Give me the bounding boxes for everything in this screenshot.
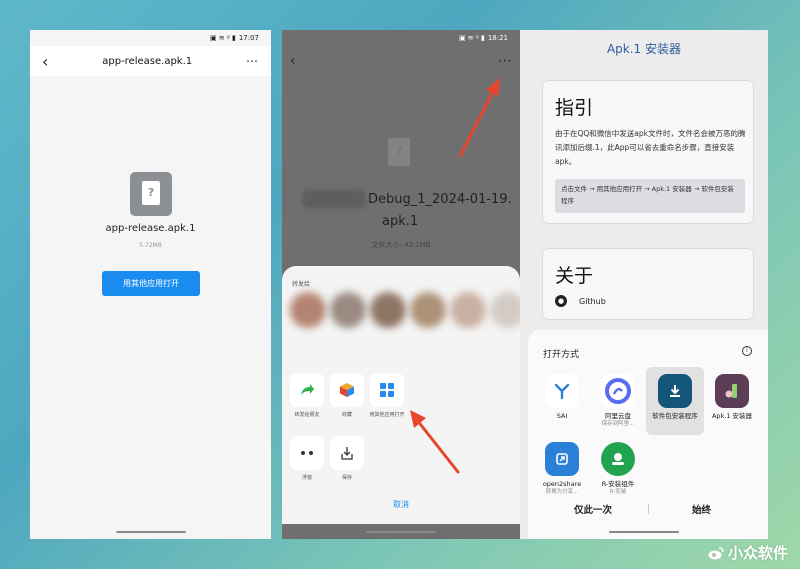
contact-avatar[interactable] [290, 292, 326, 328]
home-indicator[interactable] [366, 531, 436, 533]
app-subtitle: R-安装 [609, 489, 627, 495]
app-name: SAI [556, 412, 568, 420]
github-label: Github [579, 296, 606, 306]
cancel-button[interactable]: 取消 [282, 499, 520, 510]
app-subtitle: 保存到阿里... [601, 421, 635, 427]
contact-avatar[interactable] [410, 292, 446, 328]
watermark-text: 小众软件 [727, 544, 788, 562]
open-with-other-app-button[interactable] [370, 373, 404, 407]
app-name: R-安装组件 [601, 480, 635, 488]
guide-card: 指引 由于在QQ和微信中发送apk文件时，文件名会被万恶的腾讯添加后缀.1，此A… [542, 80, 754, 224]
action-label: 收藏 [341, 412, 352, 418]
open2share-icon [545, 442, 579, 476]
favorites-cube-icon [340, 383, 354, 397]
file-size: 文件大小: 42.1MB [371, 241, 431, 249]
file-name: app-release.apk.1 [105, 223, 196, 234]
app-option-package-installer[interactable]: 软件包安装程序 [647, 374, 703, 420]
file-name-line1: Debug_1_2024-01-19. [368, 192, 512, 207]
package-installer-icon [658, 374, 692, 408]
status-time: 18:21 [487, 34, 508, 42]
file-name-line2: apk.1 [382, 214, 419, 229]
github-icon: ● [555, 295, 567, 307]
status-icons: ▣ ≋ ᵍ ▮ [458, 34, 485, 42]
weibo-icon [708, 546, 724, 559]
title-bar: ‹ app-release.apk.1 ⋯ [30, 46, 271, 76]
open-with-title: 打开方式 [543, 350, 580, 360]
status-time: 17:07 [238, 34, 259, 42]
app-option-sai[interactable]: SAI [534, 374, 590, 420]
open-with-sheet: 打开方式 i SAI 阿里云盘 保存到阿里... 软件包安装程序 Apk.1 安… [528, 330, 768, 539]
back-icon[interactable]: ‹ [42, 52, 48, 71]
forward-icon [301, 384, 314, 395]
about-heading: 关于 [555, 265, 594, 287]
guide-heading: 指引 [555, 97, 594, 119]
unknown-file-icon: ? [388, 138, 410, 166]
save-button[interactable] [330, 436, 364, 470]
screen-wechat-file: ▣ ≋ ᵍ ▮ 18:21 ‹ ⋯ ? Debug_1_2024-01-19. … [282, 30, 520, 539]
file-icon: ? [130, 172, 172, 216]
status-bar: ▣ ≋ ᵍ ▮ 17:07 [30, 30, 271, 46]
status-icons: ▣ ≋ ᵍ ▮ [209, 34, 236, 42]
always-button[interactable]: 始终 [692, 502, 711, 516]
guide-text: 由于在QQ和微信中发送apk文件时，文件名会被万恶的腾讯添加后缀.1，此App可… [555, 129, 746, 166]
forward-to-friend-button[interactable] [290, 373, 324, 407]
contact-row [286, 292, 520, 344]
info-icon[interactable]: i [742, 346, 752, 356]
guide-steps: 点击文件 → 用其他应用打开 → Apk.1 安装器 → 软件包安装程序 [555, 179, 745, 213]
grid-apps-icon [380, 383, 394, 397]
screen-apk1-installer: Apk.1 安装器 指引 由于在QQ和微信中发送apk文件时，文件名会被万恶的腾… [520, 30, 768, 539]
share-title: 转发给 [292, 281, 311, 288]
download-icon [341, 447, 353, 460]
status-bar: ▣ ≋ ᵍ ▮ 18:21 [282, 30, 520, 46]
just-once-button[interactable]: 仅此一次 [574, 502, 612, 516]
page-title: app-release.apk.1 [102, 55, 193, 67]
weibo-watermark: 小众软件 [708, 542, 788, 563]
app-option-r-install[interactable]: R-安装组件 R-安装 [590, 442, 646, 496]
arrow-to-more-icon [458, 78, 500, 158]
redacted-filename-prefix [302, 190, 366, 208]
unknown-file-icon: ? [142, 181, 160, 205]
favorite-button[interactable] [330, 373, 364, 407]
action-label: 保存 [341, 475, 352, 481]
more-icon[interactable]: ⋯ [246, 54, 259, 68]
action-label: 转发给朋友 [294, 412, 320, 418]
github-link[interactable]: ● Github [555, 295, 606, 307]
more-icon[interactable]: ⋯ [498, 53, 512, 69]
apk1-installer-icon [715, 374, 749, 408]
screen-file-preview: ▣ ≋ ᵍ ▮ 17:07 ‹ app-release.apk.1 ⋯ ? ap… [30, 30, 271, 539]
sai-icon [545, 374, 579, 408]
action-label: 用其他应用打开 [369, 412, 405, 418]
home-indicator[interactable] [609, 531, 679, 533]
back-icon[interactable]: ‹ [290, 53, 296, 69]
divider [648, 504, 649, 514]
app-option-apk1-installer[interactable]: Apk.1 安装器 [704, 374, 760, 420]
action-label: 浮窗 [301, 475, 312, 481]
share-sheet: 转发给 转发给朋友 收藏 用其他应用打开 浮窗 保存 取消 [282, 266, 520, 524]
app-name: 软件包安装程序 [652, 412, 698, 420]
file-size: 5.72MB [139, 242, 162, 249]
contact-avatar[interactable] [490, 292, 520, 328]
home-indicator[interactable] [115, 531, 186, 533]
open-with-other-app-button[interactable]: 用其他应用打开 [102, 271, 200, 296]
contact-avatar[interactable] [370, 292, 406, 328]
about-card: 关于 ● Github [542, 248, 754, 320]
app-option-aliyun[interactable]: 阿里云盘 保存到阿里... [590, 374, 646, 428]
r-install-icon [601, 442, 635, 476]
app-option-open2share[interactable]: open2share 转换为分享... [534, 442, 590, 496]
contact-avatar[interactable] [330, 292, 366, 328]
app-name: 阿里云盘 [605, 412, 631, 420]
app-name: Apk.1 安装器 [711, 412, 753, 420]
app-name: open2share [542, 480, 582, 488]
app-title: Apk.1 安装器 [606, 42, 682, 56]
float-window-icon [301, 451, 313, 455]
float-window-button[interactable] [290, 436, 324, 470]
title-bar: ‹ ⋯ [282, 46, 520, 76]
aliyun-drive-icon [601, 374, 635, 408]
contact-avatar[interactable] [450, 292, 486, 328]
app-subtitle: 转换为分享... [545, 489, 579, 495]
